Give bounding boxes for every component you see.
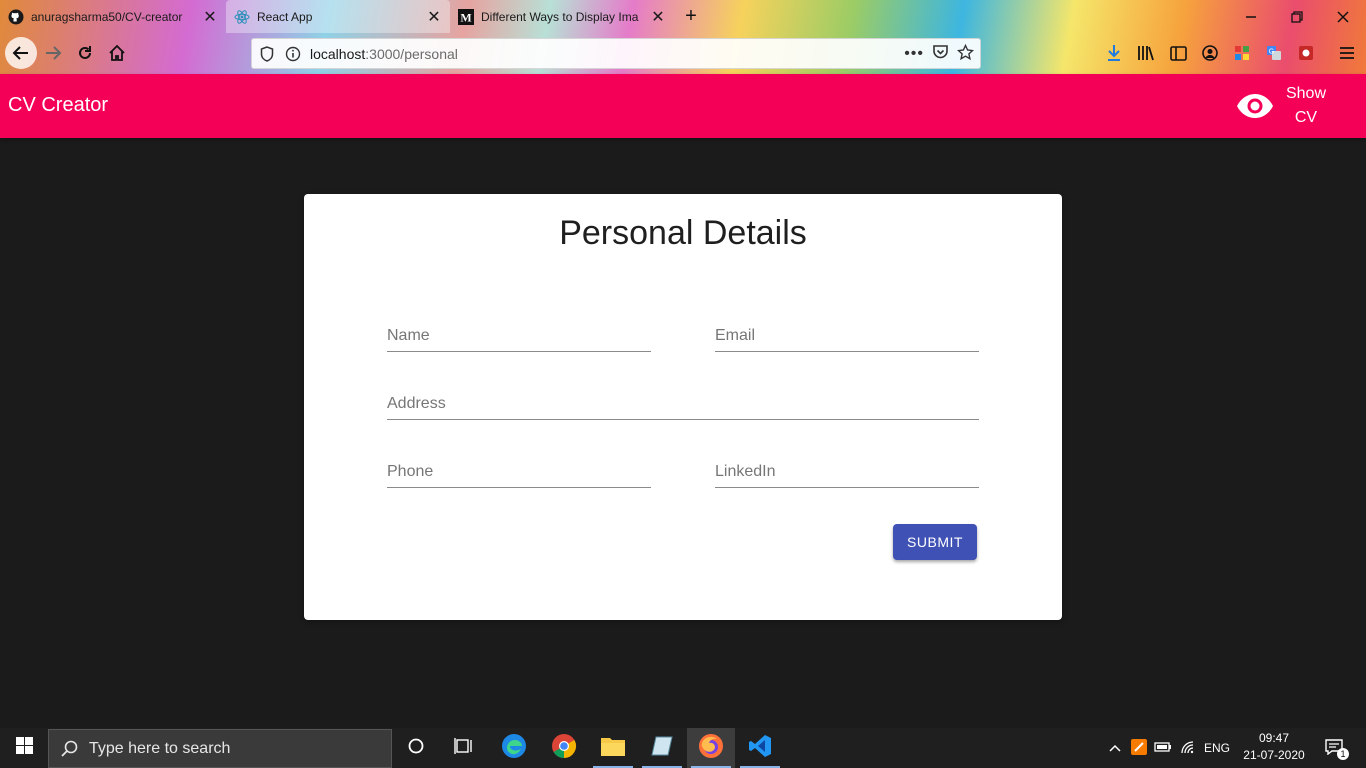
windows-icon [15,737,33,759]
phone-field [387,458,651,488]
search-placeholder: Type here to search [89,739,231,757]
battery-button[interactable] [1152,728,1174,768]
name-input[interactable] [387,322,651,350]
tray-app-icon[interactable] [1128,728,1150,768]
task-view-icon [454,737,474,760]
close-window-button[interactable] [1320,0,1366,33]
email-field [715,322,979,352]
tab-bar: anuragsharma50/CV-creator ✕ React App ✕ … [0,0,1366,33]
screenshot-extension-icon[interactable] [1295,42,1317,64]
taskbar-app-notes[interactable] [638,728,686,768]
app-title: CV Creator [8,94,109,116]
notification-icon: 1 [1325,739,1349,760]
taskbar-app-file-explorer[interactable] [589,728,637,768]
library-icon[interactable] [1135,42,1157,64]
linkedin-input[interactable] [715,458,979,486]
battery-icon [1154,741,1172,756]
notes-icon [650,735,674,762]
menu-icon[interactable] [1336,42,1358,64]
phone-input[interactable] [387,458,651,486]
language-indicator[interactable]: ENG [1200,728,1234,768]
taskbar-app-chrome[interactable] [540,728,588,768]
taskbar-app-firefox[interactable] [687,728,735,768]
chevron-up-icon [1109,741,1121,755]
bookmark-star-icon[interactable] [956,43,975,64]
github-icon [8,9,24,25]
show-cv-button[interactable]: Show CV [1234,82,1360,130]
taskbar-app-vscode[interactable] [736,728,784,768]
extension-icon[interactable] [1231,42,1253,64]
address-input[interactable] [387,390,979,418]
clock[interactable]: 09:47 21-07-2020 [1236,730,1312,766]
info-icon[interactable] [282,43,304,65]
task-view-button[interactable] [440,728,488,768]
close-icon[interactable]: ✕ [426,9,442,26]
forward-button[interactable] [38,38,68,68]
folder-icon [600,735,626,762]
network-button[interactable] [1176,728,1200,768]
edge-icon [501,733,527,764]
tab-title: React App [257,9,313,24]
new-tab-button[interactable]: + [680,5,702,27]
taskbar-search[interactable]: Type here to search [48,729,392,768]
time: 09:47 [1258,731,1290,745]
account-icon[interactable] [1199,42,1221,64]
shield-icon[interactable] [256,43,278,65]
reload-button[interactable] [70,38,100,68]
tab-title: anuragsharma50/CV-creator [31,9,183,24]
name-field [387,322,651,352]
close-icon[interactable]: ✕ [650,9,666,26]
personal-details-card: Personal Details SUBMIT [304,194,1062,620]
tab-github[interactable]: anuragsharma50/CV-creator ✕ [0,0,226,33]
url-path: :3000/personal [365,45,458,62]
pocket-icon[interactable] [932,44,949,63]
email-input[interactable] [715,322,979,350]
tab-title: Different Ways to Display Ima [481,9,639,24]
more-actions-icon[interactable]: ••• [904,45,924,63]
eye-icon [1234,85,1276,127]
tab-medium[interactable]: M Different Ways to Display Ima ✕ [450,0,674,33]
medium-icon: M [458,8,474,25]
svg-text:G: G [1269,49,1274,56]
translate-icon[interactable]: G [1263,42,1285,64]
cortana-button[interactable] [392,728,440,768]
browser-chrome: anuragsharma50/CV-creator ✕ React App ✕ … [0,0,1366,74]
sidebar-icon[interactable] [1167,42,1189,64]
restore-button[interactable] [1274,0,1320,33]
nav-bar: localhost:3000/personal ••• G [0,33,1366,74]
url-host: localhost [310,45,366,62]
svg-text:M: M [460,10,471,24]
taskbar-app-edge[interactable] [490,728,538,768]
address-field [387,390,979,420]
tab-react-app[interactable]: React App ✕ [226,0,450,33]
page-title: Personal Details [559,214,807,252]
show-hidden-icons-button[interactable] [1104,728,1126,768]
start-button[interactable] [0,728,48,768]
address-bar-actions: ••• [904,43,975,64]
show-cv-label: Show CV [1285,85,1327,126]
tray-orange-app-icon [1131,738,1147,758]
wifi-icon [1180,740,1196,757]
app-bar: CV Creator Show CV [0,74,1366,138]
back-button[interactable] [5,37,37,69]
minimize-button[interactable] [1228,0,1274,33]
firefox-icon [698,733,724,764]
date: 21-07-2020 [1243,748,1305,762]
submit-button[interactable]: SUBMIT [893,524,977,560]
close-icon[interactable]: ✕ [202,9,218,26]
cortana-icon [407,737,425,760]
linkedin-field [715,458,979,488]
action-center-button[interactable]: 1 [1318,728,1352,768]
chrome-icon [551,733,577,764]
notification-count: 1 [1337,748,1349,760]
downloads-icon[interactable] [1103,42,1125,64]
vscode-icon [748,734,772,763]
home-button[interactable] [102,38,132,68]
address-bar[interactable]: localhost:3000/personal ••• [251,38,981,69]
taskbar: Type here to search ENG 09:47 21-07-2020… [0,728,1366,768]
search-icon [49,740,89,758]
react-icon [234,9,250,25]
